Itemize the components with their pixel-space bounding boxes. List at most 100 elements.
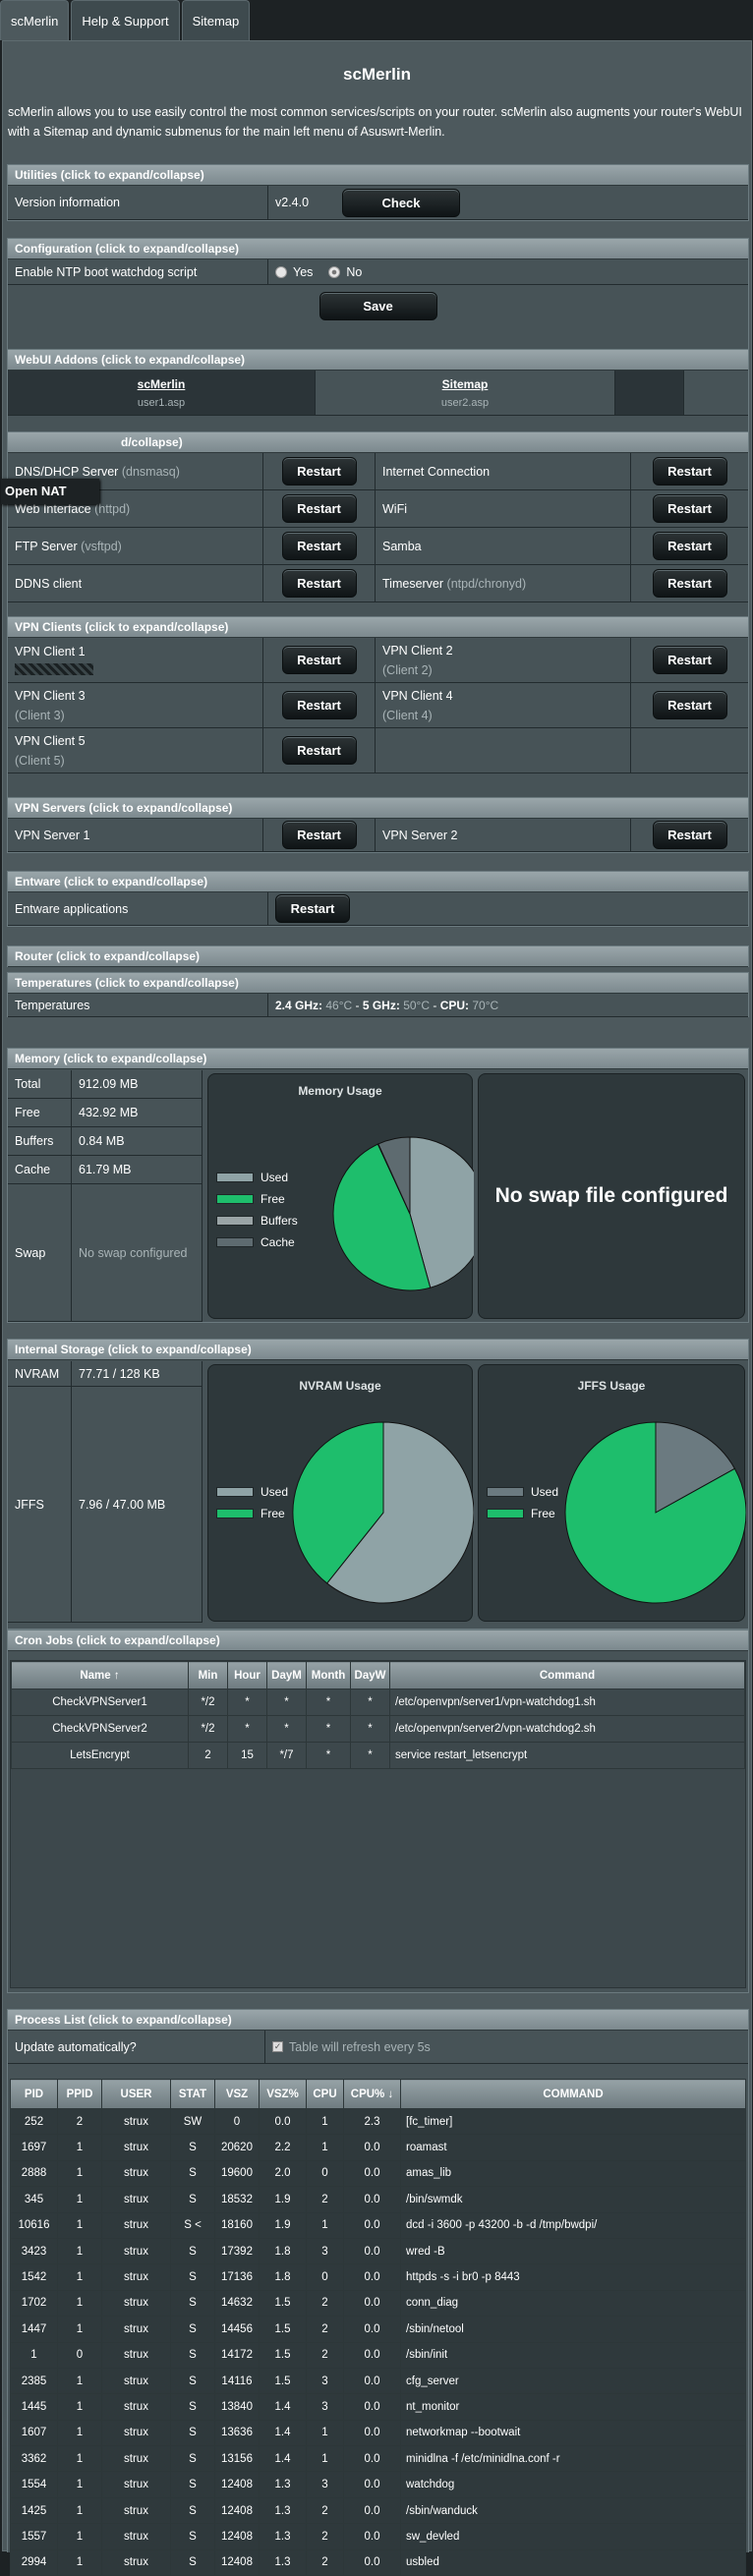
- process-cell: strux: [101, 2471, 171, 2498]
- process-table: PID PPID USER STAT VSZ VSZ% CPU CPU% ↓ COMMAND 25…: [10, 2079, 746, 2576]
- process-cell: 0.0: [343, 2237, 401, 2265]
- check-button[interactable]: Check: [342, 188, 460, 217]
- cron-cell: LetsEncrypt: [11, 1742, 189, 1769]
- service-right-restart[interactable]: Restart: [652, 457, 727, 486]
- tab-help-support[interactable]: Help & Support: [71, 0, 180, 40]
- mem-free-label: Free: [8, 1099, 72, 1126]
- cron-header[interactable]: Cron Jobs (click to expand/collapse): [8, 1631, 748, 1651]
- cron-col-header[interactable]: DayM: [266, 1661, 307, 1689]
- addon-scmerlin-link[interactable]: scMerlin: [138, 377, 186, 391]
- utilities-header[interactable]: Utilities (click to expand/collapse): [8, 165, 748, 186]
- process-cell: 2: [306, 2341, 344, 2369]
- entware-header[interactable]: Entware (click to expand/collapse): [8, 872, 748, 892]
- process-cell: 1.5: [259, 2341, 307, 2369]
- service-left-restart[interactable]: Restart: [281, 494, 357, 523]
- cron-col-header[interactable]: Hour: [227, 1661, 267, 1689]
- process-col-header[interactable]: CPU% ↓: [343, 2079, 401, 2109]
- process-row: 1425 1 strux S 12408 1.3 2 0.0/sbin/wanduck: [10, 2496, 746, 2525]
- configuration-header[interactable]: Configuration (click to expand/collapse): [8, 239, 748, 259]
- process-col-header[interactable]: PID: [10, 2079, 58, 2109]
- process-col-header[interactable]: STAT: [170, 2079, 215, 2109]
- vpn-client-3-restart[interactable]: Restart: [281, 691, 357, 719]
- process-cell: 1: [57, 2419, 102, 2447]
- process-cell: 1: [57, 2548, 102, 2576]
- router-header[interactable]: Router (click to expand/collapse): [8, 946, 748, 967]
- storage-header[interactable]: Internal Storage (click to expand/collap…: [8, 1340, 748, 1360]
- process-cell: 14172: [214, 2341, 260, 2369]
- yes-label: Yes: [293, 264, 314, 279]
- process-row: 3423 1 strux S 17392 1.8 3 0.0 wred -B: [10, 2237, 746, 2265]
- cron-cell: *: [350, 1742, 390, 1769]
- service-right-restart[interactable]: Restart: [652, 532, 727, 560]
- process-cell: 1: [57, 2263, 102, 2291]
- cron-col-header[interactable]: Name ↑: [11, 1661, 189, 1689]
- process-col-header[interactable]: PPID: [57, 2079, 102, 2109]
- cron-row: CheckVPNServer1 */2 * * * */etc/openvpn/serve…: [11, 1689, 745, 1716]
- cron-cell: CheckVPNServer2: [11, 1715, 189, 1743]
- cron-cell: *: [227, 1715, 267, 1743]
- process-col-header[interactable]: VSZ%: [259, 2079, 307, 2109]
- vpn-server-2-restart[interactable]: Restart: [652, 821, 727, 849]
- temperatures-header[interactable]: Temperatures (click to expand/collapse): [8, 973, 748, 994]
- process-cell: S: [170, 2445, 215, 2473]
- vpn-servers-header[interactable]: VPN Servers (click to expand/collapse): [8, 798, 748, 819]
- process-row: 3362 1 strux S 13156 1.4 1 0.0 minidlna -f /etc/…: [10, 2445, 746, 2473]
- process-col-header[interactable]: VSZ: [214, 2079, 260, 2109]
- update-checkbox[interactable]: ✓: [272, 2041, 283, 2052]
- process-col-header[interactable]: COMMAND: [400, 2079, 746, 2109]
- process-header[interactable]: Process List (click to expand/collapse): [8, 2010, 748, 2031]
- save-button[interactable]: Save: [319, 291, 437, 320]
- process-cell: 0.0: [259, 2107, 307, 2136]
- vpn-clients-header[interactable]: VPN Clients (click to expand/collapse): [8, 617, 748, 638]
- process-row: 2385 1 strux S 14116 1.5 3 0.0 cfg_server: [10, 2367, 746, 2395]
- process-cell: S: [170, 2419, 215, 2447]
- router-section: Router (click to expand/collapse): [7, 945, 749, 967]
- process-cell: 14456: [214, 2316, 260, 2343]
- tab-sitemap[interactable]: Sitemap: [181, 0, 251, 40]
- process-cell: 14116: [214, 2367, 260, 2395]
- services-header[interactable]: d/collapse): [8, 432, 748, 453]
- service-left-restart[interactable]: Restart: [281, 532, 357, 560]
- cron-col-header[interactable]: Command: [389, 1661, 745, 1689]
- yes-radio[interactable]: [275, 265, 287, 278]
- process-cell: 1607: [10, 2419, 58, 2447]
- vpn-client-4-restart[interactable]: Restart: [652, 691, 727, 719]
- no-swap-message: No swap file configured: [494, 1184, 728, 1207]
- service-left-restart[interactable]: Restart: [281, 457, 357, 486]
- process-cell: 1.3: [259, 2523, 307, 2550]
- open-nat-overlay: Open NAT: [1, 479, 99, 504]
- cron-col-header[interactable]: Min: [188, 1661, 228, 1689]
- entware-restart[interactable]: Restart: [275, 894, 350, 923]
- memory-header[interactable]: Memory (click to expand/collapse): [8, 1049, 748, 1069]
- process-cell: 1: [57, 2523, 102, 2550]
- no-radio[interactable]: [328, 265, 341, 278]
- vpn-client-5-restart[interactable]: Restart: [281, 736, 357, 765]
- process-cell: 1.8: [259, 2263, 307, 2291]
- service-right-restart[interactable]: Restart: [652, 569, 727, 598]
- service-right-restart[interactable]: Restart: [652, 494, 727, 523]
- process-cell: 2385: [10, 2367, 58, 2395]
- vpn-client-2-restart[interactable]: Restart: [652, 646, 727, 674]
- cron-col-header[interactable]: DayW: [350, 1661, 390, 1689]
- process-cell: 1.4: [259, 2419, 307, 2447]
- process-cell: S: [170, 2316, 215, 2343]
- vpn-client-1-restart[interactable]: Restart: [281, 646, 357, 674]
- process-cell: 1: [306, 2419, 344, 2447]
- cron-row: LetsEncrypt 2 15 */7 * * service restart_letse…: [11, 1742, 745, 1769]
- process-col-header[interactable]: USER: [101, 2079, 171, 2109]
- vpn-server-1-restart[interactable]: Restart: [281, 821, 357, 849]
- tab-scmerlin[interactable]: scMerlin: [0, 0, 70, 40]
- cron-col-header[interactable]: Month: [306, 1661, 351, 1689]
- process-col-header[interactable]: CPU: [306, 2079, 344, 2109]
- process-cell: 0.0: [343, 2548, 401, 2576]
- mem-total-label: Total: [8, 1070, 72, 1098]
- process-cell: strux: [101, 2445, 171, 2473]
- addon-sitemap-link[interactable]: Sitemap: [442, 377, 489, 391]
- cron-cell: *: [306, 1689, 351, 1716]
- temp-cpu-value: 70°C: [472, 998, 499, 1012]
- addons-header[interactable]: WebUI Addons (click to expand/collapse): [8, 350, 748, 371]
- temp-5-label: 5 GHz:: [362, 998, 400, 1012]
- service-left-restart[interactable]: Restart: [281, 569, 357, 598]
- cron-cell: /etc/openvpn/server2/vpn-watchdog2.sh: [389, 1715, 745, 1743]
- process-cell: 0.0: [343, 2186, 401, 2213]
